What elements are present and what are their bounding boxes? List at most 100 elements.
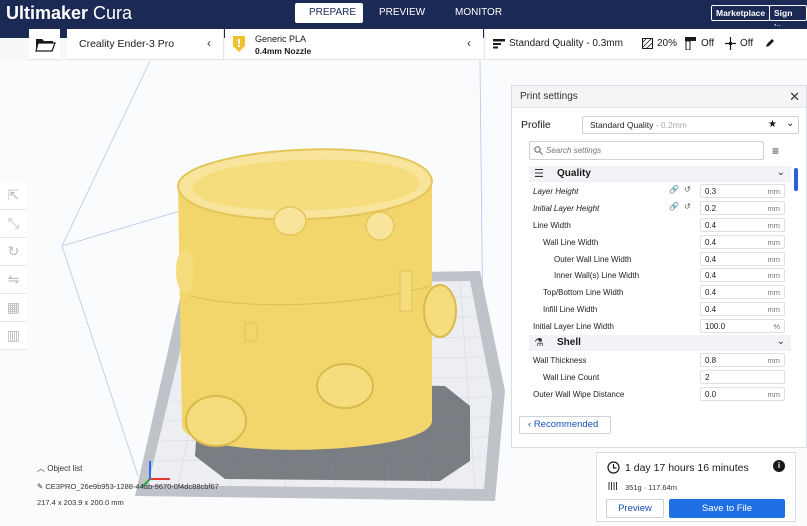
mirror-tool-button[interactable]: ⇋ — [0, 266, 27, 294]
support-blocker-button[interactable]: ▥ — [0, 322, 27, 350]
shell-icon: ⚗ — [534, 337, 544, 350]
setting-row: Initial Layer Height 🔗 ↺ 0.2 mm — [529, 200, 791, 217]
folder-icon — [35, 39, 56, 52]
per-model-settings-button[interactable]: ▦ — [0, 294, 27, 322]
per-model-settings-icon: ▦ — [6, 299, 21, 315]
link-icon[interactable]: 🔗 — [669, 185, 679, 194]
setting-value: 0.4 — [705, 271, 717, 281]
chevron-left-icon: ‹ — [207, 36, 211, 50]
setting-value-field[interactable]: 0.4 mm — [700, 268, 785, 283]
setting-unit: mm — [767, 305, 781, 315]
reset-icon[interactable]: ↺ — [684, 185, 691, 194]
settings-menu-icon[interactable]: ≡ — [772, 144, 779, 158]
rotate-tool-button[interactable]: ↻ — [0, 238, 27, 266]
setting-row: Infill Line Width 0.4 mm — [529, 301, 791, 318]
panel-header: Print settings ✕ — [512, 86, 806, 108]
chevron-down-icon: ⌄ — [776, 336, 785, 348]
rotate-icon: ↻ — [7, 243, 20, 259]
setting-label: Layer Height — [533, 187, 579, 196]
setting-row: Outer Wall Wipe Distance 0.0 mm — [529, 386, 791, 403]
sign-in-button[interactable]: Sign in — [769, 5, 807, 32]
move-icon: ⇱ — [7, 187, 20, 203]
setting-label: Outer Wall Wipe Distance — [533, 389, 625, 399]
setting-unit: mm — [767, 203, 781, 213]
chevron-left-icon: ‹ — [467, 36, 471, 50]
setting-value-field[interactable]: 100.0% — [700, 319, 785, 334]
scale-icon: ⤡ — [7, 215, 20, 231]
setting-value-field[interactable]: 0.8 mm — [700, 353, 785, 368]
setting-row: Initial Layer Line Width 100.0% — [529, 318, 791, 335]
setting-label: Wall Line Width — [543, 237, 599, 247]
infill-icon — [642, 38, 653, 49]
preview-button[interactable]: Preview — [606, 499, 664, 518]
setting-value-field[interactable]: 0.4 mm — [700, 302, 785, 317]
setting-row: Wall Thickness 0.8 mm — [529, 352, 791, 369]
quality-profile-label: Standard Quality - 0.3mm — [509, 38, 623, 49]
reset-icon[interactable]: ↺ — [684, 202, 691, 211]
close-icon[interactable]: ✕ — [789, 89, 800, 105]
setting-value: 0.4 — [705, 288, 717, 298]
setting-value-field[interactable]: 0.0 mm — [700, 386, 785, 401]
move-tool-button[interactable]: ⇱ — [0, 182, 27, 210]
adhesion-value: Off — [740, 38, 754, 49]
info-icon[interactable]: i — [773, 460, 785, 472]
setting-value-field[interactable]: 0.4 mm — [700, 234, 785, 249]
setting-value: 0.2 — [705, 203, 717, 213]
setting-row: Wall Line Width 0.4 mm — [529, 234, 791, 251]
chevron-down-icon: ⌄ — [776, 167, 785, 178]
printer-selector[interactable]: Creality Ender-3 Pro ‹ — [67, 29, 224, 60]
print-estimate-panel: 1 day 17 hours 16 minutes i 351g · 117.6… — [596, 452, 796, 522]
print-settings-panel: Print settings ✕ Profile Standard Qualit… — [511, 85, 807, 448]
scroll-thumb[interactable] — [794, 168, 798, 191]
setting-label: Line Width — [533, 220, 571, 230]
material-selector[interactable]: Generic PLA 0.4mm Nozzle ‹ — [225, 29, 483, 60]
setting-unit: mm — [767, 288, 781, 298]
setting-label: Outer Wall Line Width — [554, 254, 632, 264]
support-blocker-icon: ▥ — [6, 327, 21, 343]
tab-monitor[interactable]: MONITOR — [441, 3, 513, 23]
filament-icon — [608, 482, 617, 490]
setting-value-field[interactable]: 0.3 mm — [700, 184, 785, 198]
app-logo: Ultimaker Cura — [6, 3, 133, 23]
setting-value: 2 — [705, 372, 710, 382]
clock-icon — [607, 461, 620, 474]
scale-tool-button[interactable]: ⤡ — [0, 210, 27, 238]
tab-prepare[interactable]: PREPARE — [295, 3, 363, 23]
settings-list: ☰ Quality ⌄ Layer Height 🔗 ↺ 0.3 mm Initial L… — [529, 166, 791, 406]
settings-search[interactable] — [529, 141, 764, 160]
category-quality[interactable]: ☰ Quality ⌄ — [529, 166, 791, 182]
open-file-button[interactable] — [29, 29, 60, 60]
search-input[interactable] — [546, 144, 756, 157]
recommended-button[interactable]: ‹ Recommended — [519, 416, 611, 434]
setting-label: Infill Line Width — [543, 305, 598, 315]
profile-dropdown[interactable]: Standard Quality - 0.2mm ★ ⌄ — [582, 116, 799, 134]
pencil-icon[interactable] — [765, 39, 774, 48]
setting-unit: mm — [767, 237, 781, 247]
category-shell[interactable]: ⚗ Shell ⌄ — [529, 335, 791, 352]
setting-value-field[interactable]: 2 — [700, 369, 785, 384]
setting-unit: % — [773, 322, 780, 332]
chevron-up-icon: ︿ — [37, 464, 48, 473]
settings-scrollbar[interactable] — [794, 166, 798, 406]
print-settings-summary[interactable]: Standard Quality - 0.3mm 20% Off Off — [484, 29, 807, 60]
setting-value-field[interactable]: 0.4 mm — [700, 251, 785, 266]
setting-value-field[interactable]: 0.2 mm — [700, 200, 785, 215]
printer-name: Creality Ender-3 Pro — [79, 38, 175, 50]
tab-preview[interactable]: PREVIEW — [363, 3, 441, 23]
app-header: Ultimaker Cura PREPARE PREVIEW MONITOR M… — [0, 0, 807, 32]
support-value: Off — [701, 38, 715, 49]
setting-unit: mm — [767, 271, 781, 281]
setting-value-field[interactable]: 0.4 mm — [700, 285, 785, 300]
star-icon[interactable]: ★ — [768, 119, 777, 130]
material-usage: 351g · 117.64m — [625, 483, 677, 492]
link-icon[interactable]: 🔗 — [669, 202, 679, 211]
setting-unit: mm — [767, 389, 781, 399]
save-to-file-button[interactable]: Save to File — [669, 499, 785, 518]
setting-value-field[interactable]: 0.4 mm — [700, 217, 785, 232]
setting-row: Line Width 0.4 mm — [529, 217, 791, 234]
material-name: Generic PLA — [255, 34, 307, 44]
marketplace-button[interactable]: Marketplace — [711, 5, 771, 21]
object-list-toggle[interactable]: ︿ Object list — [37, 463, 82, 474]
setting-label: Inner Wall(s) Line Width — [554, 271, 640, 281]
setting-row: Inner Wall(s) Line Width 0.4 mm — [529, 267, 791, 284]
